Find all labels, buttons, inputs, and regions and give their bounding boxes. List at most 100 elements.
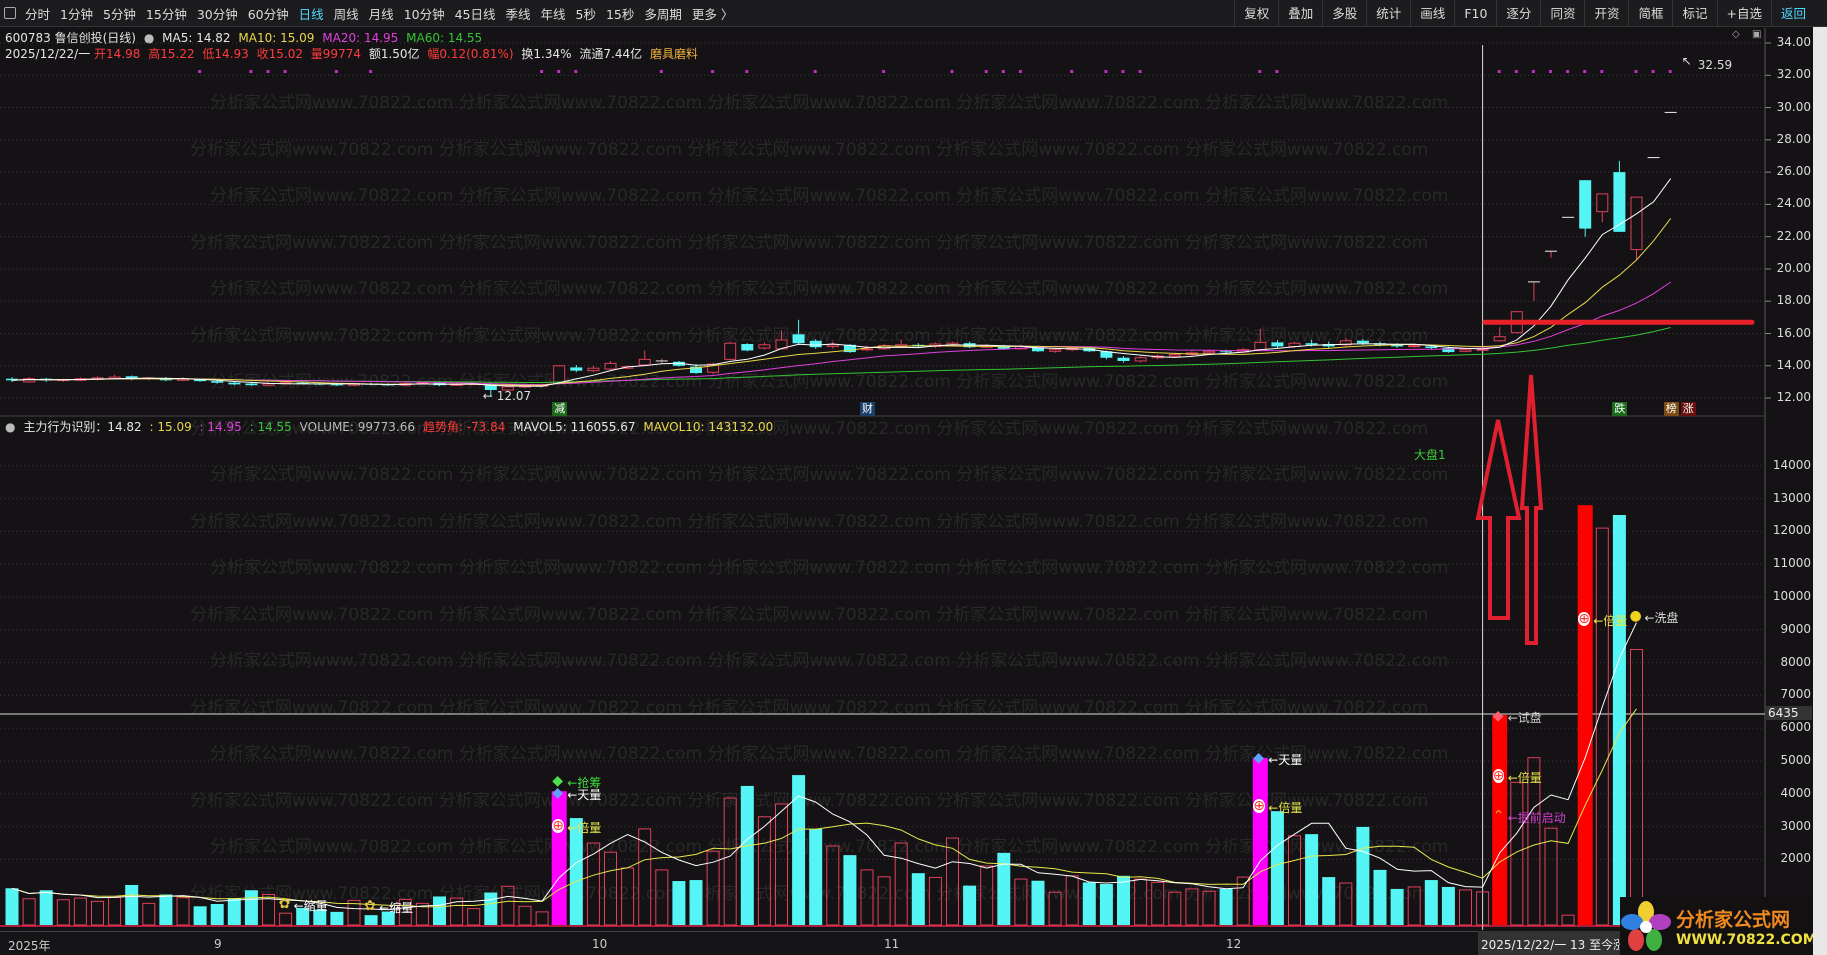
- signal-dot: [1275, 70, 1279, 73]
- indicator-v2: : 15.09: [149, 420, 192, 434]
- plus-icon: ⊕: [1253, 797, 1266, 814]
- signal-dot: [711, 70, 715, 73]
- signal-dot: [950, 70, 954, 73]
- signal-dot: [1138, 70, 1142, 73]
- volume-bar-down: [433, 896, 446, 925]
- volume-bar-down: [1390, 888, 1404, 925]
- volume-annotation: ←缩量: [293, 899, 328, 914]
- volume-bar-down: [689, 880, 703, 925]
- volume-bar-up: [604, 851, 617, 926]
- layout-icon[interactable]: ▣: [1752, 29, 1761, 40]
- signal-dot: [1018, 70, 1022, 73]
- event-marker: 财: [860, 402, 875, 416]
- indicator-v3: : 14.95: [199, 420, 242, 434]
- high-price-arrow: ↖: [1681, 53, 1692, 68]
- date-label-sep: 9: [214, 937, 222, 951]
- up-arrow-icon: [1475, 419, 1522, 620]
- signal-dot: [1549, 70, 1552, 73]
- low-price-value: 12.07: [496, 388, 532, 403]
- volume-tick-label: 14000: [1772, 457, 1811, 472]
- volume-bar-down: [330, 911, 344, 925]
- candle-up: [1254, 341, 1267, 351]
- volume-bar-down: [484, 892, 498, 925]
- flower-logo-icon: [1621, 901, 1671, 951]
- volume-tick-label: 3000: [1780, 818, 1811, 833]
- signal-dot: [813, 70, 817, 73]
- signal-dot: [1668, 70, 1672, 73]
- candle-down: [1271, 342, 1284, 347]
- volume-bar-down: [809, 828, 823, 925]
- volume-annotation: ←提前启动: [1507, 810, 1566, 825]
- candle-up: [826, 344, 839, 347]
- volume-bar-down: [1441, 886, 1455, 925]
- volume-bar-down: [364, 915, 378, 925]
- volume-tick-label: 9000: [1780, 621, 1811, 636]
- crosshair-value: 6435: [1766, 706, 1812, 720]
- signal-dot: [249, 70, 253, 73]
- signal-dot: [574, 70, 578, 73]
- low-price-label: ←: [482, 388, 493, 403]
- date-label-dec: 12: [1226, 937, 1242, 951]
- signal-dot: [198, 70, 202, 73]
- signal-dot: [1070, 70, 1074, 73]
- date-label-oct: 10: [592, 937, 608, 951]
- volume-bar-up: [757, 816, 771, 926]
- volume-annotation: ←倍量: [1268, 800, 1303, 815]
- candle-down: [1425, 346, 1438, 349]
- volume-bar-up: [877, 876, 891, 926]
- flower-icon: ✿: [364, 897, 376, 914]
- volume-bar-up: [928, 876, 942, 926]
- candle-up: [1049, 349, 1062, 352]
- candle-up: [638, 358, 651, 366]
- signal-dot: [369, 70, 373, 73]
- signal-dot: [334, 70, 338, 73]
- volume-bar-up: [894, 842, 908, 926]
- volume-tick-label: 12000: [1772, 523, 1811, 538]
- volume-tick-label: 13000: [1772, 490, 1811, 505]
- volume-bar-up: [1134, 878, 1148, 926]
- volume-bar-down: [843, 855, 857, 925]
- diamond-icon[interactable]: ◇: [1732, 29, 1740, 40]
- volume-bar-down: [911, 873, 925, 925]
- date-label-nov: 11: [884, 937, 900, 951]
- site-logo: 分析家公式网 WWW.70822.COM: [1620, 897, 1827, 955]
- flower-icon: ✿: [278, 896, 291, 913]
- indicator-volume: VOLUME: 99773.66: [299, 420, 416, 434]
- volume-tick-label: 8000: [1780, 654, 1811, 669]
- high-price-value: 32.59: [1697, 57, 1733, 72]
- signal-dot: [1258, 70, 1262, 73]
- scrollbar[interactable]: [1813, 27, 1827, 955]
- volume-tick-label: 10000: [1772, 589, 1811, 603]
- price-tick-label: 30.00: [1776, 99, 1811, 114]
- price-tick-label: 32.00: [1776, 67, 1811, 82]
- volume-bar-up: [860, 869, 874, 926]
- volume-annotation: ←倍量: [567, 820, 602, 835]
- candle-up: [553, 365, 566, 385]
- price-tick-label: 28.00: [1776, 131, 1811, 146]
- volume-bar-up: [1630, 648, 1643, 926]
- candle-up: [1630, 196, 1643, 251]
- volume-bar-up: [1561, 914, 1575, 926]
- volume-annotation: ←天量: [567, 787, 602, 802]
- price-tick-label: 18.00: [1776, 293, 1811, 308]
- volume-bar-up: [518, 905, 532, 926]
- candle-up: [604, 362, 617, 370]
- signal-dot: [1121, 70, 1125, 73]
- volume-bar-up: [22, 898, 36, 926]
- volume-bar-down: [1117, 875, 1130, 925]
- signal-dot: [1497, 70, 1501, 73]
- price-tick-label: 12.00: [1776, 390, 1811, 405]
- indicator-settings-icon[interactable]: ●: [5, 420, 15, 434]
- signal-dot: [1634, 70, 1638, 73]
- logo-url: WWW.70822.COM: [1676, 931, 1817, 948]
- event-marker: 减: [552, 402, 568, 416]
- diamond-blue-icon: ◆: [552, 784, 563, 801]
- volume-bar-up: [501, 885, 515, 926]
- dot-icon: ●: [1629, 607, 1642, 624]
- indicator-mavol5: MAVOL5: 116055.67: [513, 420, 636, 434]
- volume-bar-down: [1082, 882, 1096, 925]
- volume-bar-up: [1202, 890, 1216, 926]
- volume-bar-down: [1612, 515, 1626, 925]
- candle-up: [1168, 354, 1181, 357]
- signal-dot: [283, 70, 287, 73]
